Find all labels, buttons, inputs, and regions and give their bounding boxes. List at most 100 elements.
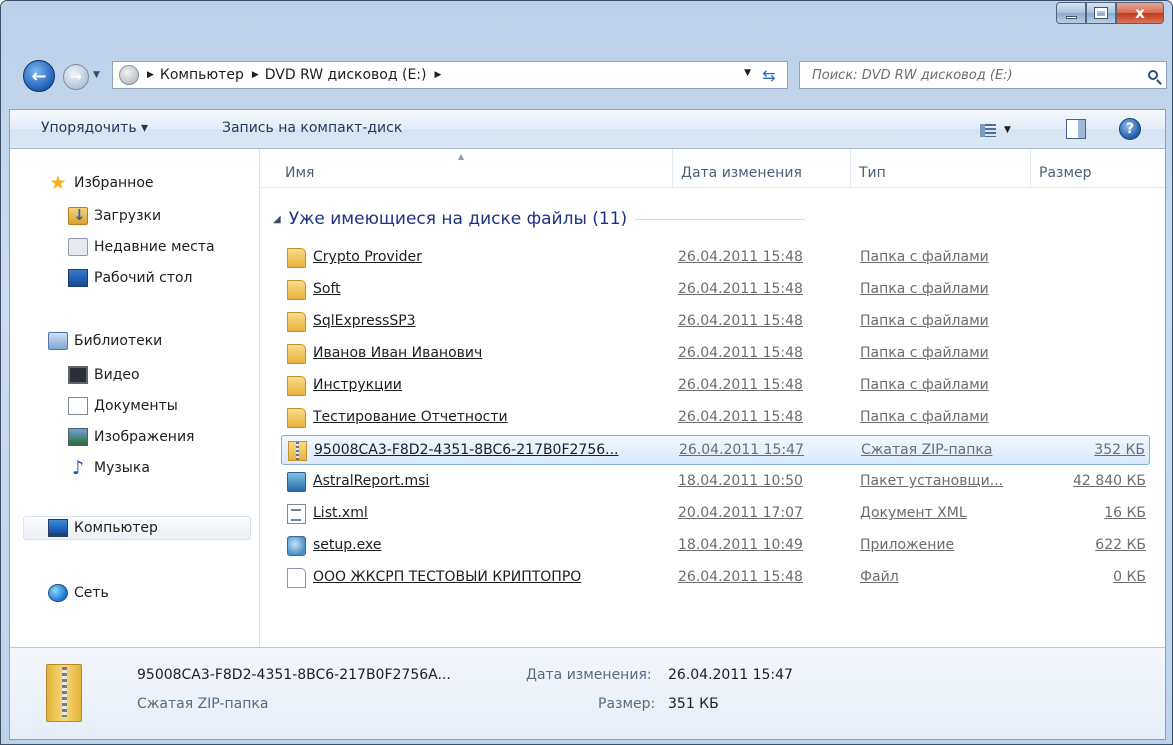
nav-recent-places[interactable]: Недавние места bbox=[68, 235, 215, 259]
file-list: ▲ Имя Дата изменения Тип Размер ◢ Уже им… bbox=[261, 149, 1165, 647]
file-date: 26.04.2011 15:48 bbox=[678, 249, 803, 265]
application-icon bbox=[287, 536, 306, 556]
search-icon[interactable] bbox=[1140, 62, 1166, 88]
chevron-down-icon: ▼ bbox=[93, 70, 100, 80]
preview-pane-button[interactable] bbox=[1066, 119, 1086, 139]
nav-label: Недавние места bbox=[94, 239, 215, 255]
file-size: 352 КБ bbox=[1094, 442, 1145, 458]
forward-button[interactable]: → bbox=[63, 64, 89, 90]
zip-folder-icon bbox=[46, 664, 82, 722]
column-header-type[interactable]: Тип bbox=[850, 149, 1030, 188]
file-type: Приложение bbox=[860, 537, 955, 553]
file-row[interactable]: Инструкции 26.04.2011 15:48 Папка с файл… bbox=[281, 371, 1150, 401]
nav-desktop[interactable]: Рабочий стол bbox=[68, 266, 193, 290]
folder-icon bbox=[287, 312, 306, 332]
file-row[interactable]: AstralReport.msi 18.04.2011 10:50 Пакет … bbox=[281, 467, 1150, 497]
file-date: 26.04.2011 15:48 bbox=[678, 281, 803, 297]
maximize-icon bbox=[1094, 7, 1108, 19]
column-header-row: ▲ Имя Дата изменения Тип Размер bbox=[261, 149, 1165, 188]
file-date: 26.04.2011 15:48 bbox=[678, 569, 803, 585]
file-row[interactable]: List.xml 20.04.2011 17:07 Документ XML 1… bbox=[281, 499, 1150, 529]
back-button[interactable]: ← bbox=[23, 60, 55, 92]
refresh-icon[interactable]: ⇆ bbox=[757, 64, 781, 86]
help-button[interactable]: ? bbox=[1119, 118, 1141, 140]
nav-label: Библиотеки bbox=[74, 333, 163, 349]
file-type: Файл bbox=[860, 569, 899, 585]
nav-libraries[interactable]: Библиотеки bbox=[48, 329, 162, 353]
details-file-name: 95008CA3-F8D2-4351-8BC6-217B0F2756A... bbox=[137, 667, 451, 683]
search-box[interactable] bbox=[799, 61, 1167, 89]
nav-label: Рабочий стол bbox=[94, 270, 193, 286]
collapse-triangle-icon[interactable]: ◢ bbox=[273, 214, 281, 225]
details-size-label: Размер: bbox=[598, 696, 656, 712]
group-divider bbox=[635, 218, 806, 220]
change-view-button[interactable]: ▼ bbox=[980, 120, 1026, 140]
nav-network[interactable]: Сеть bbox=[48, 581, 109, 605]
breadcrumb-computer[interactable]: Компьютер bbox=[160, 67, 244, 83]
title-bar[interactable]: x bbox=[1, 1, 1172, 49]
file-size: 16 КБ bbox=[1104, 505, 1146, 521]
recent-pages-dropdown[interactable]: ▼ bbox=[93, 66, 105, 84]
chevron-down-icon: ▼ bbox=[1004, 125, 1011, 135]
maximize-button[interactable] bbox=[1086, 2, 1116, 24]
group-header[interactable]: ◢ Уже имеющиеся на диске файлы (11) bbox=[273, 207, 806, 231]
organize-button[interactable]: Упорядочить ▾ bbox=[41, 120, 148, 136]
close-button[interactable]: x bbox=[1116, 2, 1164, 24]
file-type: Пакет установщи... bbox=[860, 473, 1004, 489]
breadcrumb-separator-icon[interactable]: ▶ bbox=[147, 70, 154, 80]
address-bar[interactable]: ▶ Компьютер ▶ DVD RW дисковод (E:) ▶ ▼ ⇆ bbox=[112, 61, 788, 89]
nav-label: Сеть bbox=[74, 585, 109, 601]
file-type: Папка с файлами bbox=[860, 249, 989, 265]
file-name: SqlExpressSP3 bbox=[313, 313, 416, 329]
nav-label: Избранное bbox=[74, 175, 154, 191]
nav-downloads[interactable]: Загрузки bbox=[68, 204, 161, 228]
nav-favorites[interactable]: ★ Избранное bbox=[48, 171, 154, 195]
file-date: 26.04.2011 15:48 bbox=[678, 345, 803, 361]
file-type: Папка с файлами bbox=[860, 345, 989, 361]
nav-music[interactable]: ♪ Музыка bbox=[68, 456, 150, 480]
file-name: Инструкции bbox=[313, 377, 402, 393]
recent-places-icon bbox=[68, 238, 88, 256]
address-dropdown-icon[interactable]: ▼ bbox=[744, 68, 751, 78]
file-row[interactable]: Иванов Иван Иванович 26.04.2011 15:48 Па… bbox=[281, 339, 1150, 369]
file-date: 18.04.2011 10:50 bbox=[678, 473, 803, 489]
folder-icon bbox=[287, 280, 306, 300]
music-note-icon: ♪ bbox=[71, 457, 85, 479]
column-header-size[interactable]: Размер bbox=[1030, 149, 1140, 188]
libraries-icon bbox=[48, 332, 68, 350]
file-row[interactable]: Crypto Provider 26.04.2011 15:48 Папка с… bbox=[281, 243, 1150, 273]
file-size: 42 840 КБ bbox=[1073, 473, 1146, 489]
file-row[interactable]: ООО ЖКСРП ТЕСТОВЫЙ КРИПТОПРО 26.04.2011 … bbox=[281, 563, 1150, 593]
file-name: List.xml bbox=[313, 505, 368, 521]
details-modified-label: Дата изменения: bbox=[526, 667, 652, 683]
file-row[interactable]: setup.exe 18.04.2011 10:49 Приложение 62… bbox=[281, 531, 1150, 561]
group-label: Уже имеющиеся на диске файлы (11) bbox=[288, 209, 628, 229]
breadcrumb-separator-icon[interactable]: ▶ bbox=[435, 70, 442, 80]
column-header-date[interactable]: Дата изменения bbox=[672, 149, 850, 188]
network-icon bbox=[48, 584, 68, 602]
star-icon: ★ bbox=[49, 172, 67, 194]
minimize-button[interactable] bbox=[1056, 2, 1086, 24]
file-type: Документ XML bbox=[860, 505, 967, 521]
nav-video[interactable]: Видео bbox=[68, 363, 140, 387]
nav-label: Загрузки bbox=[94, 208, 162, 224]
computer-icon bbox=[48, 519, 68, 537]
file-row[interactable]: Soft 26.04.2011 15:48 Папка с файлами bbox=[281, 275, 1150, 305]
nav-images[interactable]: Изображения bbox=[68, 425, 194, 449]
file-type: Папка с файлами bbox=[860, 313, 989, 329]
column-header-name[interactable]: Имя bbox=[281, 149, 672, 188]
breadcrumb-separator-icon[interactable]: ▶ bbox=[252, 70, 259, 80]
file-name: 95008CA3-F8D2-4351-8BC6-217B0F2756... bbox=[314, 442, 619, 458]
nav-documents[interactable]: Документы bbox=[68, 394, 178, 418]
explorer-frame: Упорядочить ▾ Запись на компакт-диск ▼ ?… bbox=[9, 109, 1166, 740]
file-row[interactable]: Тестирование Отчетности 26.04.2011 15:48… bbox=[281, 403, 1150, 433]
details-view-icon bbox=[980, 123, 996, 137]
burn-to-disc-button[interactable]: Запись на компакт-диск bbox=[222, 120, 402, 136]
nav-label: Музыка bbox=[94, 460, 150, 476]
forward-arrow-icon: → bbox=[70, 69, 82, 85]
search-input[interactable] bbox=[800, 62, 1140, 88]
file-row-selected[interactable]: 95008CA3-F8D2-4351-8BC6-217B0F2756... 26… bbox=[281, 435, 1150, 465]
breadcrumb-dvd-drive[interactable]: DVD RW дисковод (E:) bbox=[265, 67, 427, 83]
nav-computer[interactable]: Компьютер bbox=[23, 516, 251, 540]
file-row[interactable]: SqlExpressSP3 26.04.2011 15:48 Папка с ф… bbox=[281, 307, 1150, 337]
